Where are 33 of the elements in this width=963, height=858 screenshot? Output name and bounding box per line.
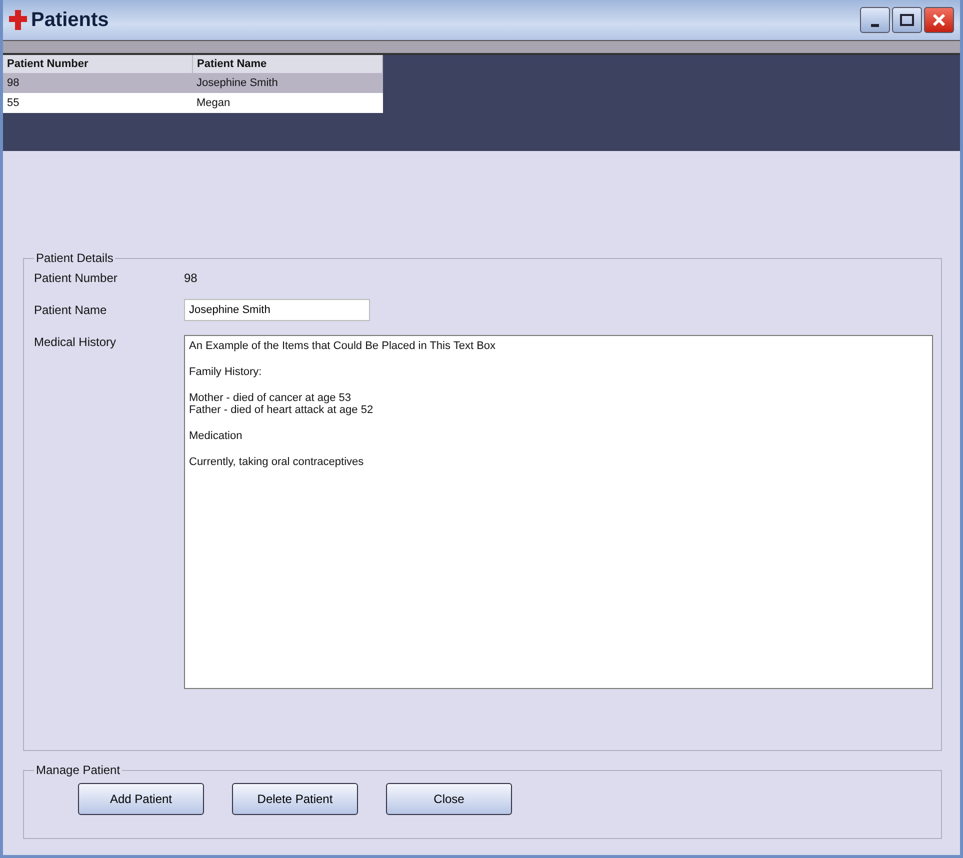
grid-row[interactable]: 98 Josephine Smith (3, 73, 382, 93)
grid-cell: 98 (3, 73, 192, 93)
group-title: Manage Patient (35, 763, 122, 777)
medical-history-field[interactable]: An Example of the Items that Could Be Placed in This Text Box Family History: Mother - died of cancer at age 53 Father - died of heart attack at age 52 Medication Currently, taking oral contraceptives (184, 335, 933, 689)
close-icon (932, 13, 946, 27)
history-line: Father - died of heart attack at age 52 (189, 404, 374, 416)
window-title: Patients (31, 8, 109, 32)
action-button[interactable]: Add Patient (78, 783, 204, 815)
group-title: Patient Details (35, 251, 114, 265)
grid-cell: 55 (3, 93, 192, 113)
column-header[interactable]: Patient Number (3, 55, 192, 73)
patient-number-value: 98 (184, 271, 198, 285)
column-header[interactable]: Patient Name (192, 55, 382, 73)
close-button[interactable] (924, 7, 954, 33)
history-line: Family History: (189, 366, 263, 378)
history-line: Medication (189, 430, 244, 442)
field-label: Patient Name (34, 303, 108, 317)
grid-row[interactable]: 55 Megan (3, 93, 382, 113)
history-line: Mother - died of cancer at age 53 (189, 392, 352, 404)
name-field[interactable]: Josephine Smith (184, 299, 370, 321)
grid-cell: Megan (192, 93, 382, 113)
maximize-icon (900, 14, 914, 26)
minimize-button[interactable] (860, 7, 890, 33)
minimize-icon (871, 24, 879, 26)
grid-cell: Josephine Smith (192, 73, 382, 93)
field-label: Medical History (34, 335, 118, 349)
maximize-button[interactable] (892, 7, 922, 33)
action-button[interactable]: Close (386, 783, 512, 815)
field-label: Patient Number (34, 271, 118, 285)
cross-icon (9, 10, 27, 30)
history-line: Currently, taking oral contraceptives (189, 456, 365, 468)
action-button[interactable]: Delete Patient (232, 783, 358, 815)
history-line: An Example of the Items that Could Be Placed in This Text Box (189, 340, 497, 352)
